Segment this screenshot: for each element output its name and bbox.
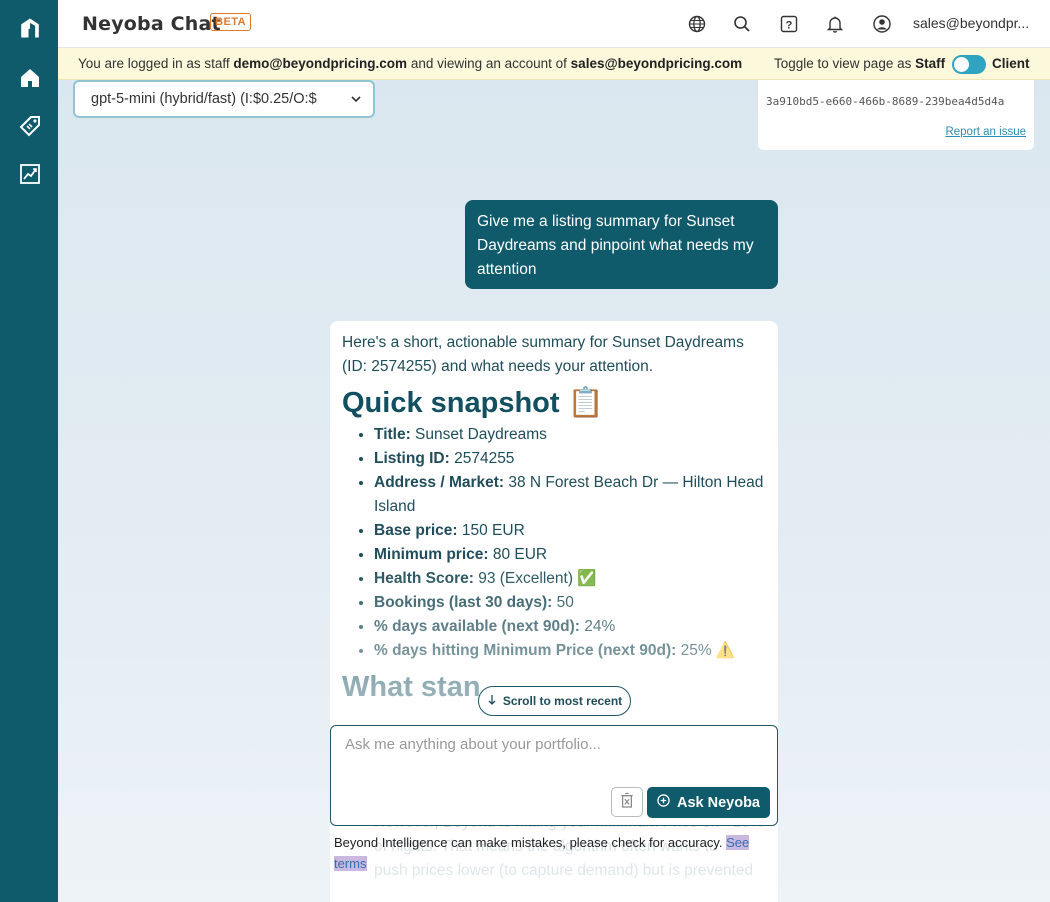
thread-id: 3a910bd5-e660-466b-8689-239bea4d5d4a [766,95,1005,108]
chat-area: gpt-5-mini (hybrid/fast) (I:$0.25/O:$ 3a… [58,80,1050,902]
bell-icon[interactable] [825,14,845,34]
home-icon[interactable] [17,65,43,91]
beyond-logo-icon[interactable] [15,13,45,43]
app-title: Neyoba Chat [82,13,221,35]
snapshot-item: Health Score: 93 (Excellent) ✅ [374,567,766,591]
model-select[interactable]: gpt-5-mini (hybrid/fast) (I:$0.25/O:$ [73,80,375,118]
account-email: sales@beyondpricing.com [570,56,743,71]
help-icon[interactable]: ? [779,14,799,34]
beta-badge: BETA [210,13,252,31]
user-message: Give me a listing summary for Sunset Day… [465,200,778,289]
staff-banner-message: You are logged in as staff demo@beyondpr… [78,56,743,71]
snapshot-item: Title: Sunset Daydreams [374,423,766,447]
snapshot-item: Minimum price: 80 EUR [374,543,766,567]
arrow-down-icon [487,694,497,709]
snapshot-item: Base price: 150 EUR [374,519,766,543]
composer: Ask Neyoba [330,725,778,826]
toggle-staff-label: Staff [915,56,946,71]
report-issue-link[interactable]: Report an issue [945,126,1026,138]
analytics-icon[interactable] [17,161,43,187]
ask-neyoba-button[interactable]: Ask Neyoba [647,787,770,818]
clear-chat-icon [620,792,634,813]
snapshot-item: Address / Market: 38 N Forest Beach Dr —… [374,471,766,519]
snapshot-item: % days available (next 90d): 24% [374,615,766,639]
snapshot-list: Title: Sunset Daydreams Listing ID: 2574… [342,423,766,663]
snapshot-item: % days hitting Minimum Price (next 90d):… [374,639,766,663]
snapshot-item: Bookings (last 30 days): 50 [374,591,766,615]
model-select-value: gpt-5-mini (hybrid/fast) (I:$0.25/O:$ [91,91,317,107]
chevron-down-icon [349,92,363,106]
scroll-to-recent-label: Scroll to most recent [502,694,623,708]
staff-email: demo@beyondpricing.com [233,56,408,71]
top-bar: Neyoba Chat BETA ? sales@beyondpr... [58,0,1050,48]
plus-circle-icon [657,794,670,811]
user-avatar-icon[interactable] [872,14,892,34]
svg-text:?: ? [786,20,793,32]
user-email[interactable]: sales@beyondpr... [913,15,1048,31]
staff-banner: You are logged in as staff demo@beyondpr… [58,48,1050,80]
sidebar [0,0,58,902]
globe-icon[interactable] [687,14,707,34]
scroll-to-recent-button[interactable]: Scroll to most recent [478,686,631,716]
snapshot-heading: Quick snapshot 📋 [342,387,604,419]
view-toggle-label: Toggle to view page as Staff [774,56,946,71]
ask-neyoba-label: Ask Neyoba [676,794,760,811]
search-icon[interactable] [732,14,752,34]
chat-input[interactable] [345,736,765,776]
assistant-intro: Here's a short, actionable summary for S… [342,334,744,375]
snapshot-item: Listing ID: 2574255 [374,447,766,471]
view-as-toggle[interactable] [952,55,986,74]
disclaimer: Beyond Intelligence can make mistakes, p… [334,835,750,871]
thread-info-card: 3a910bd5-e660-466b-8689-239bea4d5d4a Rep… [758,80,1034,150]
clear-chat-button[interactable] [611,787,643,817]
toggle-client-label: Client [992,56,1030,71]
pricing-tag-icon[interactable] [17,113,43,139]
